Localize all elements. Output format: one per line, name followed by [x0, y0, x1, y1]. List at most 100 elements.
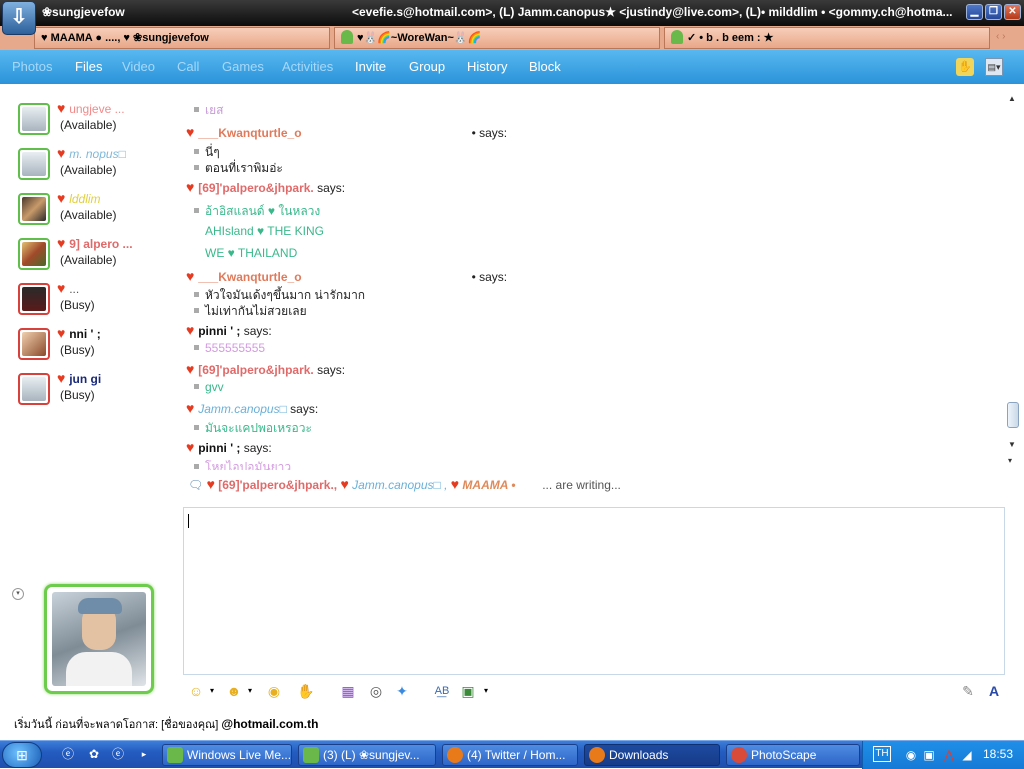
contact-item[interactable]: ♥ jun gi (Busy)	[16, 370, 180, 408]
task-twitter[interactable]: (4) Twitter / Hom...	[442, 744, 578, 766]
nav-games[interactable]: Games	[222, 59, 264, 74]
quicklaunch-app-icon[interactable]: ✿	[86, 746, 102, 762]
scroll-thumb[interactable]	[1007, 402, 1019, 428]
contact-item[interactable]: ♥ 9] alpero ... (Available)	[16, 235, 180, 273]
voice-clip-icon[interactable]: ◉	[265, 682, 283, 700]
messenger-icon	[167, 747, 183, 763]
tray-volume-icon[interactable]: ◢	[959, 747, 975, 763]
firefox-icon	[589, 747, 605, 763]
contact-item[interactable]: ♥ m. nopus□ (Available)	[16, 145, 180, 183]
contact-avatar	[18, 328, 50, 360]
contact-name: ♥ ...	[57, 280, 80, 296]
wink-dropdown-icon[interactable]: ▾	[241, 682, 259, 700]
conversation-tab-2[interactable]: ♥🐰🌈~WoreWan~🐰🌈	[334, 27, 660, 49]
footer-ad-domain: @hotmail.com.th	[221, 717, 319, 731]
my-display-picture[interactable]	[44, 584, 154, 694]
contact-item[interactable]: ♥ nni ' ; (Busy)	[16, 325, 180, 363]
scroll-end-icon[interactable]: ▾	[1008, 456, 1012, 465]
start-button[interactable]: ⊞	[2, 742, 42, 768]
message-line: AHIsland ♥ THE KING	[205, 224, 324, 238]
close-button[interactable]: ✕	[1004, 4, 1021, 20]
action-bar: Photos Files Video Call Games Activities…	[0, 50, 1024, 84]
heart-icon: ♥	[57, 370, 70, 386]
contact-name: ♥ m. nopus□	[57, 145, 126, 161]
tab-scroll-arrows[interactable]: ‹ ›	[996, 31, 1005, 42]
contact-item[interactable]: ♥ lddlim (Available)	[16, 190, 180, 228]
message-sender: ♥ [69]'palpero&jhpark. says:	[186, 179, 346, 195]
nav-history[interactable]: History	[467, 59, 507, 74]
nav-video[interactable]: Video	[122, 59, 155, 74]
tray-media-icon[interactable]: ◉	[903, 747, 919, 763]
nav-activities[interactable]: Activities	[282, 59, 333, 74]
contact-avatar	[18, 193, 50, 225]
message-line: มันจะแคปพอเหรอวะ	[186, 419, 312, 438]
contact-status: (Available)	[60, 253, 117, 267]
task-conversation[interactable]: (3) (L) ❀sungjev...	[298, 744, 436, 766]
contact-name: ♥ jun gi	[57, 370, 102, 386]
backgrounds-icon[interactable]: ▦	[339, 682, 357, 700]
message-sender: ♥ ___Kwanqturtle_o • says:	[186, 268, 508, 284]
nav-photos[interactable]: Photos	[12, 59, 52, 74]
task-photoscape[interactable]: PhotoScape	[726, 744, 860, 766]
scroll-up-icon[interactable]: ▲	[1008, 94, 1016, 103]
nudge-icon[interactable]: ✋	[297, 682, 315, 700]
clock: 18:53	[983, 747, 1014, 761]
layout-menu-icon[interactable]: ▤▾	[985, 58, 1003, 76]
messenger-app-icon[interactable]: ⇩	[2, 1, 36, 35]
emoticon-dropdown-icon[interactable]: ▾	[203, 682, 221, 700]
nav-files[interactable]: Files	[75, 59, 102, 74]
conversation-tab-label: ♥ MAAMA ● ...., ♥ ❀sungjevefow	[41, 32, 209, 44]
message-line: เยส	[186, 101, 223, 120]
message-line: 555555555	[186, 341, 265, 355]
font-change-icon[interactable]: A͟B	[433, 682, 451, 700]
contact-avatar	[18, 283, 50, 315]
display-picture-image	[52, 592, 146, 686]
tray-network-icon[interactable]: ▣	[921, 747, 937, 763]
chat-scrollbar[interactable]: ▲ ▼ ▾	[1006, 92, 1020, 468]
tray-antivirus-icon[interactable]: ⋀	[941, 747, 957, 763]
conversation-tab-3[interactable]: ✓ • b . b eem : ★	[664, 27, 990, 49]
person-icon	[671, 30, 683, 44]
nav-group[interactable]: Group	[409, 59, 445, 74]
typing-indicator: 🗨 ♥ [69]'palpero&jhpark., ♥ Jamm.canopus…	[188, 476, 621, 492]
handwriting-icon[interactable]: ✎	[959, 682, 977, 700]
nav-block[interactable]: Block	[529, 59, 561, 74]
share-dropdown-icon[interactable]: ▾	[477, 682, 495, 700]
conversation-tab-label: ✓ • b . b eem : ★	[687, 32, 774, 44]
contact-item[interactable]: ♥ ungjeve ... (Available)	[16, 100, 180, 138]
text-caret	[188, 514, 189, 528]
photoscape-icon	[731, 747, 747, 763]
title-bar: ⇩ ❀sungjevefow <evefie.s@hotmail.com>, (…	[0, 0, 1024, 35]
message-input[interactable]	[183, 507, 1005, 675]
contact-status: (Busy)	[60, 298, 95, 312]
heart-icon: ♥	[57, 280, 70, 296]
task-downloads[interactable]: Downloads	[584, 744, 720, 766]
scroll-down-icon[interactable]: ▼	[1008, 440, 1016, 449]
gift-icon[interactable]: ✦	[393, 682, 411, 700]
nav-invite[interactable]: Invite	[355, 59, 386, 74]
contact-item[interactable]: ♥ ... (Busy)	[16, 280, 180, 318]
nav-call[interactable]: Call	[177, 59, 199, 74]
font-style-icon[interactable]: A	[985, 682, 1003, 700]
task-windows-live-messenger[interactable]: Windows Live Me...	[162, 744, 292, 766]
contact-name: ♥ 9] alpero ...	[57, 235, 133, 251]
sound-icon[interactable]: ◎	[367, 682, 385, 700]
heart-icon: ♥	[57, 190, 70, 206]
share-icon[interactable]: ▣	[459, 682, 477, 700]
conversation-tab-1[interactable]: ♥ MAAMA ● ...., ♥ ❀sungjevefow	[34, 27, 330, 49]
quicklaunch-ie2-icon[interactable]: ⓔ	[110, 746, 126, 762]
window-title-name: ❀sungjevefow	[42, 5, 125, 19]
message-line: gvv	[186, 380, 224, 394]
minimize-button[interactable]: ▁	[966, 4, 983, 20]
language-indicator[interactable]: TH	[873, 746, 891, 762]
contact-avatar	[18, 103, 50, 135]
input-toolbar: ☺ ▾ ☻ ▾ ◉ ✋ ▦ ◎ ✦ A͟B ▣ ▾ ✎ A	[183, 676, 1005, 706]
restore-button[interactable]: ❐	[985, 4, 1002, 20]
message-sender: ♥ [69]'palpero&jhpark. says:	[186, 361, 346, 377]
quicklaunch-ie-icon[interactable]: ⓔ	[60, 746, 76, 762]
contact-status: (Available)	[60, 208, 117, 222]
footer-ad[interactable]: เริ่มวันนี้ ก่อนที่จะพลาดโอกาส: [ชื่อของ…	[14, 715, 318, 733]
emoticon-status-icon[interactable]: ✋	[956, 58, 974, 76]
quicklaunch-more-icon[interactable]: ▸	[136, 746, 152, 762]
collapse-contacts-button[interactable]: ▾	[12, 588, 24, 600]
